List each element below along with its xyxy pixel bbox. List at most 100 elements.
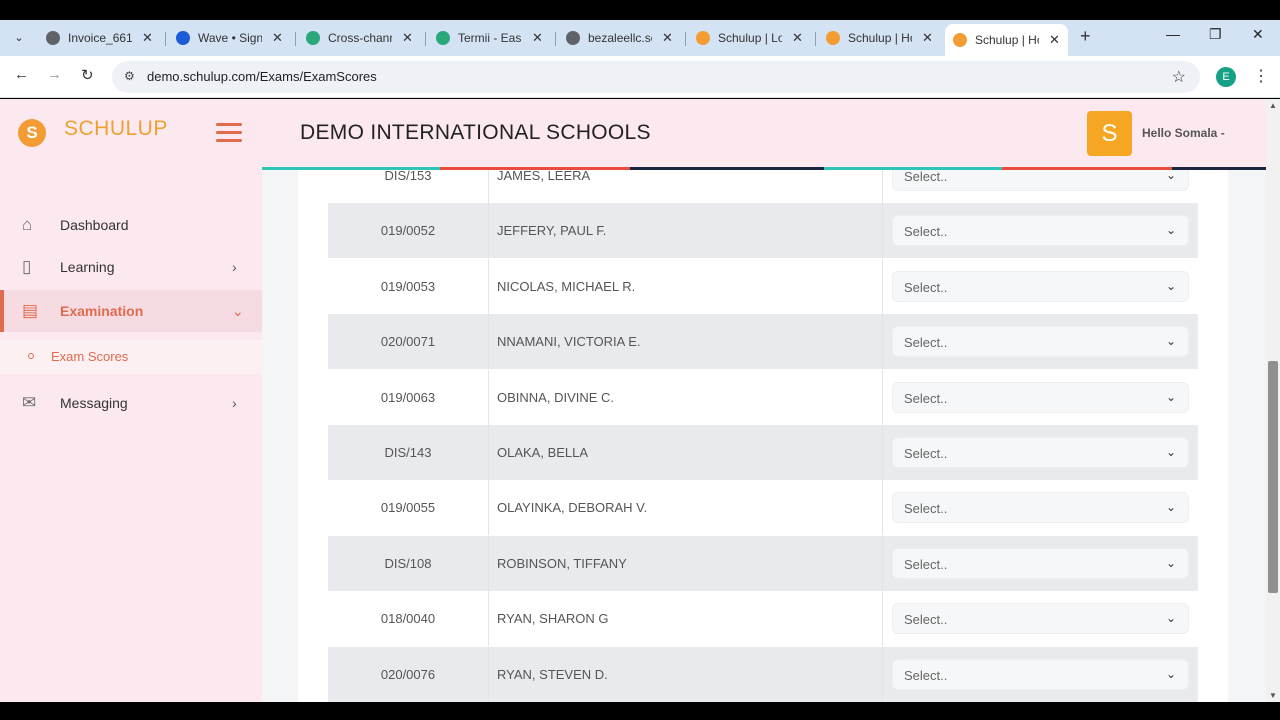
bottom-bezel: [0, 702, 1280, 720]
reload-icon[interactable]: ↻: [81, 66, 94, 84]
score-select[interactable]: Select.. ⌄: [892, 270, 1189, 302]
user-avatar[interactable]: S: [1087, 111, 1132, 156]
select-value: Select..: [904, 224, 948, 240]
tab-label: bezaleellc.sc: [588, 31, 652, 45]
schulup-icon: [826, 31, 840, 45]
new-tab-button[interactable]: +: [1080, 26, 1091, 47]
sidebar-item-label: Messaging: [60, 395, 128, 411]
tab-close-icon[interactable]: ✕: [922, 30, 933, 46]
tab-separator: [425, 32, 426, 46]
browser-tab[interactable]: Cross-chann ✕: [298, 24, 421, 52]
tab-close-icon[interactable]: ✕: [402, 30, 413, 46]
vertical-scrollbar[interactable]: ▲ ▼: [1266, 99, 1280, 702]
stripe-segment: [824, 167, 1002, 170]
home-icon: ⌂: [22, 215, 33, 234]
sidebar-item-examination[interactable]: ▤ Examination ⌄: [0, 290, 262, 332]
sidebar-item-learning[interactable]: ▯ Learning ›: [0, 246, 262, 288]
wave-icon: [176, 31, 190, 45]
scroll-down-icon[interactable]: ▼: [1269, 691, 1277, 700]
tab-label: Schulup | Ho: [848, 31, 912, 45]
tab-close-icon[interactable]: ✕: [792, 30, 803, 46]
tab-label: Cross-chann: [328, 31, 392, 45]
score-select[interactable]: Select.. ⌄: [892, 437, 1189, 468]
student-name: RYAN, SHARON G: [497, 611, 609, 627]
student-name: JEFFERY, PAUL F.: [497, 223, 607, 239]
student-name: OLAKA, BELLA: [497, 445, 589, 460]
stripe-segment: [1172, 167, 1266, 170]
omnibox[interactable]: ⚙ demo.schulup.com/Exams/ExamScores ☆: [112, 61, 1200, 93]
tab-close-icon[interactable]: ✕: [1049, 32, 1060, 48]
scroll-up-icon[interactable]: ▲: [1269, 101, 1277, 110]
url-text[interactable]: demo.schulup.com/Exams/ExamScores: [147, 69, 377, 84]
tab-separator: [815, 32, 816, 46]
clipboard-icon: ▤: [22, 301, 39, 320]
profile-avatar[interactable]: E: [1216, 67, 1236, 87]
score-select[interactable]: Select.. ⌄: [892, 547, 1189, 579]
column-divider: [882, 314, 883, 370]
minimize-icon[interactable]: —: [1166, 26, 1180, 42]
restore-icon[interactable]: ❐: [1209, 26, 1222, 43]
back-icon[interactable]: ←: [14, 66, 29, 83]
chevron-down-icon: ⌄: [1165, 500, 1176, 515]
column-divider: [882, 480, 883, 536]
tab-label: Invoice_661_: [68, 31, 132, 45]
close-window-icon[interactable]: ✕: [1252, 26, 1264, 43]
forward-icon[interactable]: →: [47, 66, 62, 83]
termii-icon: [306, 31, 320, 45]
tab-label: Wave • Sign: [198, 31, 262, 45]
score-select[interactable]: Select.. ⌄: [892, 215, 1189, 247]
student-name: OLAYINKA, DEBORAH V.: [497, 500, 648, 516]
score-select[interactable]: Select.. ⌄: [892, 492, 1189, 524]
select-value: Select..: [904, 390, 948, 406]
site-settings-icon[interactable]: ⚙: [124, 69, 135, 83]
chevron-right-icon: ›: [232, 259, 237, 275]
browser-tab[interactable]: Schulup | Ho ✕: [945, 24, 1068, 56]
scrollbar-thumb[interactable]: [1268, 361, 1278, 593]
browser-tab[interactable]: bezaleellc.sc ✕: [558, 24, 681, 52]
sidebar-subitem-exam-scores[interactable]: Exam Scores: [0, 340, 262, 374]
browser-menu-icon[interactable]: ⋮: [1253, 66, 1269, 86]
table-row: 019/0053 NICOLAS, MICHAEL R. Select.. ⌄: [328, 258, 1198, 314]
column-divider: [488, 535, 489, 591]
column-divider: [488, 425, 489, 480]
chevron-down-icon: ⌄: [1165, 611, 1176, 626]
tab-close-icon[interactable]: ✕: [272, 30, 283, 46]
sidebar-item-dashboard[interactable]: ⌂ Dashboard: [0, 204, 262, 246]
browser-tab[interactable]: Schulup | Ho ✕: [818, 24, 941, 52]
score-select[interactable]: Select.. ⌄: [892, 658, 1189, 690]
tab-separator: [555, 32, 556, 46]
score-select[interactable]: Select.. ⌄: [892, 326, 1189, 358]
tab-label: Termii - Easil: [458, 31, 522, 45]
tab-search-chevron-icon[interactable]: ⌄: [8, 26, 30, 48]
browser-tab[interactable]: Wave • Sign ✕: [168, 24, 291, 52]
score-select[interactable]: Select.. ⌄: [892, 603, 1189, 635]
termii-icon: [436, 31, 450, 45]
logo[interactable]: S SCHULUP: [18, 117, 168, 147]
student-name: NNAMANI, VICTORIA E.: [497, 334, 641, 350]
tab-close-icon[interactable]: ✕: [142, 30, 153, 46]
hamburger-menu-icon[interactable]: [216, 123, 242, 143]
student-name: NICOLAS, MICHAEL R.: [497, 278, 636, 294]
table-row: 020/0076 RYAN, STEVEN D. Select.. ⌄: [328, 646, 1198, 702]
bookmark-star-icon[interactable]: ☆: [1172, 67, 1186, 87]
browser-tab[interactable]: Invoice_661_ ✕: [38, 24, 161, 52]
sidebar-item-label: Learning: [60, 259, 115, 275]
column-divider: [882, 369, 883, 425]
tab-close-icon[interactable]: ✕: [662, 30, 673, 46]
tab-close-icon[interactable]: ✕: [532, 30, 543, 46]
sidebar-item-label: Examination: [60, 303, 144, 319]
tab-separator: [165, 32, 166, 46]
student-id: 020/0071: [380, 334, 436, 350]
tab-label: Schulup | Lo: [718, 31, 782, 45]
browser-tab-strip: ⌄ Invoice_661_✕Wave • Sign✕Cross-chann✕T…: [0, 20, 1280, 56]
student-id: DIS/108: [384, 555, 432, 571]
browser-tab[interactable]: Termii - Easil ✕: [428, 24, 551, 52]
tab-separator: [685, 32, 686, 46]
column-divider: [488, 591, 489, 647]
sidebar-item-messaging[interactable]: ✉ Messaging ›: [0, 382, 262, 424]
globe-icon: [566, 31, 580, 45]
score-select[interactable]: Select.. ⌄: [892, 381, 1189, 413]
user-greeting[interactable]: Hello Somala -: [1142, 126, 1225, 140]
browser-tab[interactable]: Schulup | Lo ✕: [688, 24, 811, 52]
chevron-down-icon: ⌄: [1165, 389, 1176, 404]
